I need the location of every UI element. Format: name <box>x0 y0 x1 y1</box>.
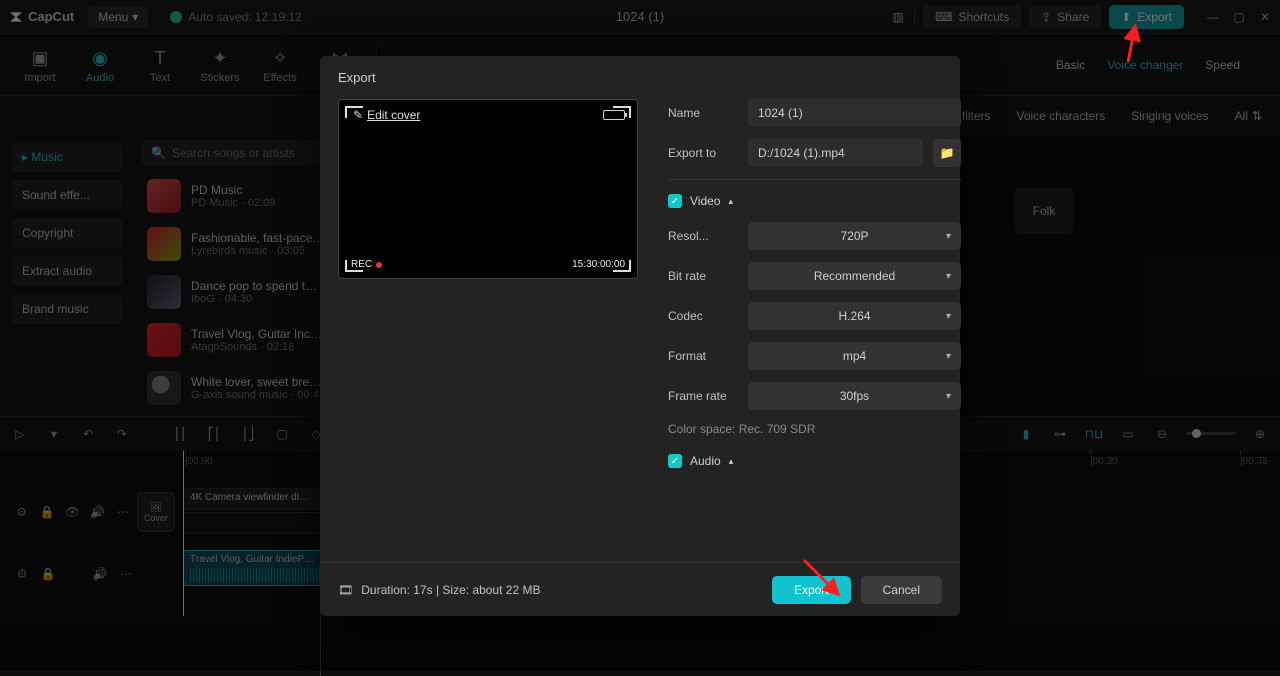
modal-footer: 🎞 Duration: 17s | Size: about 22 MB Expo… <box>320 562 960 616</box>
pencil-icon: ✎ <box>353 108 363 122</box>
video-section-header[interactable]: ✓ Video ▴ <box>668 194 961 208</box>
codec-label: Codec <box>668 309 738 323</box>
audio-section-header[interactable]: ✓ Audio ▴ <box>668 454 961 468</box>
export-preview: ✎Edit cover REC 15:30:00:00 <box>338 99 638 550</box>
divider <box>668 179 961 180</box>
resolution-label: Resol... <box>668 229 738 243</box>
resolution-select[interactable]: 720P <box>748 222 961 250</box>
format-select[interactable]: mp4 <box>748 342 961 370</box>
chevron-up-icon: ▴ <box>729 456 734 467</box>
colorspace-note: Color space: Rec. 709 SDR <box>668 422 961 436</box>
framerate-label: Frame rate <box>668 389 738 403</box>
checkbox-icon[interactable]: ✓ <box>668 454 682 468</box>
framerate-select[interactable]: 30fps <box>748 382 961 410</box>
record-dot-icon <box>376 262 382 268</box>
export-to-label: Export to <box>668 146 738 160</box>
bitrate-select[interactable]: Recommended <box>748 262 961 290</box>
format-label: Format <box>668 349 738 363</box>
chevron-up-icon: ▴ <box>728 196 733 207</box>
bitrate-label: Bit rate <box>668 269 738 283</box>
battery-icon <box>603 110 625 120</box>
export-confirm-button[interactable]: Export <box>772 576 851 604</box>
export-info: 🎞 Duration: 17s | Size: about 22 MB <box>338 583 540 597</box>
export-form: Name Export to 📁 ✓ Video ▴ Resol...720P … <box>668 99 969 550</box>
preview-frame: ✎Edit cover REC 15:30:00:00 <box>338 99 638 279</box>
preview-timecode: 15:30:00:00 <box>572 259 625 270</box>
rec-indicator: REC <box>351 259 382 270</box>
edit-cover-button[interactable]: ✎Edit cover <box>353 108 420 122</box>
modal-title: Export <box>320 56 960 99</box>
name-input[interactable] <box>748 99 961 127</box>
checkbox-icon[interactable]: ✓ <box>668 194 682 208</box>
export-path-input[interactable] <box>748 139 923 167</box>
codec-select[interactable]: H.264 <box>748 302 961 330</box>
cancel-button[interactable]: Cancel <box>861 576 942 604</box>
browse-folder-button[interactable]: 📁 <box>933 139 961 167</box>
name-label: Name <box>668 106 738 120</box>
film-icon: 🎞 <box>338 583 353 597</box>
export-modal: Export ✎Edit cover REC 15:30:00:00 Name <box>320 56 960 616</box>
folder-icon: 📁 <box>940 146 955 160</box>
